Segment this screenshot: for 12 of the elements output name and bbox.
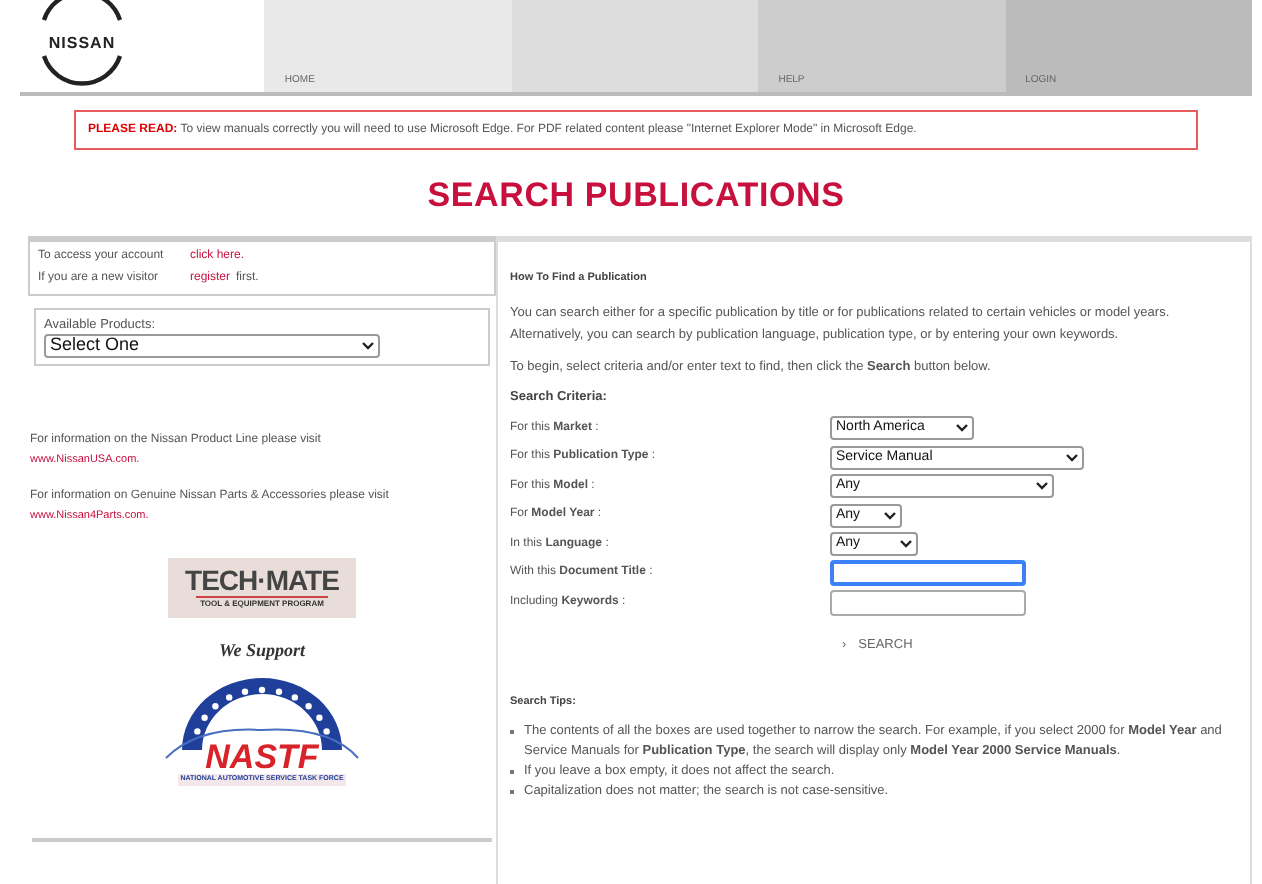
page-title: SEARCH PUBLICATIONS	[425, 176, 847, 216]
support-heading: We Support	[216, 638, 308, 664]
chevron-down-icon	[956, 424, 968, 433]
logo: NISSAN	[32, 0, 132, 88]
text-field[interactable]	[830, 589, 1026, 616]
text-field[interactable]	[830, 560, 1026, 587]
chevron-down-icon	[884, 511, 896, 520]
chevron-down-icon	[1036, 482, 1048, 491]
products-dropdown[interactable]: Select One	[44, 334, 380, 358]
chevron-down-icon	[1066, 453, 1078, 462]
chevron-down-icon	[900, 540, 912, 549]
chevron-down-icon	[362, 342, 374, 350]
